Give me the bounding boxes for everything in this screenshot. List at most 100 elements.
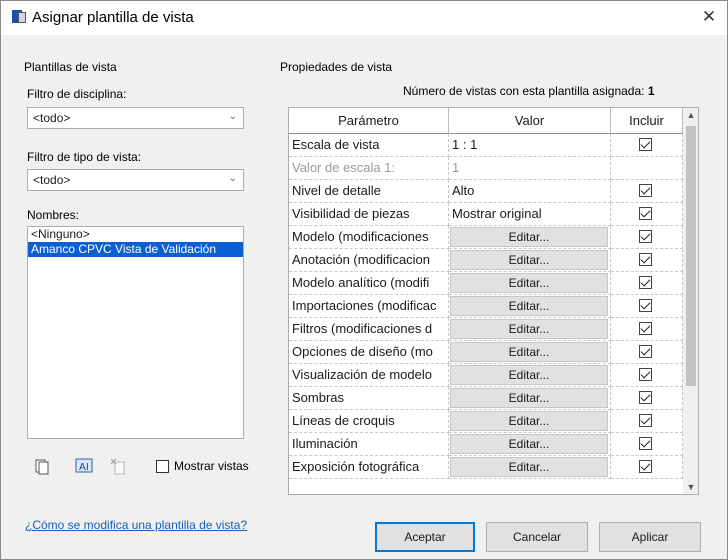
parameter-cell: Líneas de croquis	[289, 410, 449, 433]
parameter-cell: Sombras	[289, 387, 449, 410]
column-header-value: Valor	[449, 108, 611, 134]
parameter-cell: Importaciones (modificac	[289, 295, 449, 318]
parameter-cell: Nivel de detalle	[289, 180, 449, 203]
scroll-down-icon[interactable]: ▼	[683, 482, 698, 492]
include-checkbox[interactable]	[639, 299, 652, 312]
edit-button[interactable]: Editar...	[450, 273, 608, 293]
include-checkbox[interactable]	[639, 437, 652, 450]
help-link[interactable]: ¿Cómo se modifica una plantilla de vista…	[25, 518, 247, 532]
include-cell	[611, 456, 683, 479]
include-cell	[611, 203, 683, 226]
delete-icon[interactable]	[109, 457, 127, 475]
table-row[interactable]: Líneas de croquis Editar...	[289, 410, 683, 433]
table-row[interactable]: Importaciones (modificac Editar...	[289, 295, 683, 318]
table-row[interactable]: Filtros (modificaciones d Editar...	[289, 318, 683, 341]
names-listbox[interactable]: <Ninguno> Amanco CPVC Vista de Validació…	[27, 226, 244, 439]
table-row[interactable]: Escala de vista 1 : 1	[289, 134, 683, 157]
templates-group-title: Plantillas de vista	[24, 60, 117, 74]
include-checkbox[interactable]	[639, 368, 652, 381]
table-row[interactable]: Sombras Editar...	[289, 387, 683, 410]
parameter-cell: Escala de vista	[289, 134, 449, 157]
duplicate-icon[interactable]	[33, 458, 51, 476]
properties-grid[interactable]: Parámetro Valor Incluir Escala de vista 1…	[288, 107, 699, 495]
include-checkbox[interactable]	[639, 276, 652, 289]
include-checkbox[interactable]	[639, 184, 652, 197]
properties-group-title: Propiedades de vista	[280, 60, 393, 74]
value-cell: Editar...	[449, 364, 611, 387]
include-cell	[611, 364, 683, 387]
scrollbar-thumb[interactable]	[686, 126, 696, 386]
include-cell	[611, 295, 683, 318]
edit-button[interactable]: Editar...	[450, 250, 608, 270]
table-row[interactable]: Iluminación Editar...	[289, 433, 683, 456]
parameter-cell: Visualización de modelo	[289, 364, 449, 387]
edit-button[interactable]: Editar...	[450, 365, 608, 385]
table-row[interactable]: Exposición fotográfica Editar...	[289, 456, 683, 479]
include-checkbox[interactable]	[639, 322, 652, 335]
include-checkbox[interactable]	[639, 460, 652, 473]
assigned-count: Número de vistas con esta plantilla asig…	[403, 84, 655, 98]
include-checkbox[interactable]	[639, 414, 652, 427]
edit-button[interactable]: Editar...	[450, 319, 608, 339]
value-cell: Editar...	[449, 341, 611, 364]
table-row[interactable]: Nivel de detalle Alto	[289, 180, 683, 203]
include-cell	[611, 387, 683, 410]
table-row[interactable]: Visibilidad de piezas Mostrar original	[289, 203, 683, 226]
table-row[interactable]: Modelo (modificaciones Editar...	[289, 226, 683, 249]
parameter-cell: Anotación (modificacion	[289, 249, 449, 272]
cancel-button[interactable]: Cancelar	[486, 522, 588, 552]
edit-button[interactable]: Editar...	[450, 296, 608, 316]
include-cell	[611, 433, 683, 456]
include-cell	[611, 318, 683, 341]
value-cell: Editar...	[449, 226, 611, 249]
value-cell[interactable]: Mostrar original	[449, 203, 611, 226]
close-icon[interactable]: ✕	[699, 7, 719, 27]
edit-button[interactable]: Editar...	[450, 411, 608, 431]
title-bar: Asignar plantilla de vista ✕	[1, 1, 727, 35]
list-item-selected[interactable]: Amanco CPVC Vista de Validación	[28, 242, 243, 257]
value-cell: Editar...	[449, 387, 611, 410]
edit-button[interactable]: Editar...	[450, 457, 608, 477]
edit-button[interactable]: Editar...	[450, 342, 608, 362]
discipline-filter-dropdown[interactable]: <todo> ⌄	[27, 107, 244, 129]
value-cell[interactable]: Alto	[449, 180, 611, 203]
vertical-scrollbar[interactable]: ▲ ▼	[683, 108, 698, 494]
parameter-cell: Valor de escala 1:	[289, 157, 449, 180]
table-row[interactable]: Opciones de diseño (mo Editar...	[289, 341, 683, 364]
include-checkbox[interactable]	[639, 207, 652, 220]
scroll-up-icon[interactable]: ▲	[683, 110, 698, 120]
parameter-cell: Filtros (modificaciones d	[289, 318, 449, 341]
parameter-cell: Exposición fotográfica	[289, 456, 449, 479]
include-cell	[611, 180, 683, 203]
show-views-checkbox[interactable]	[156, 460, 169, 473]
apply-button[interactable]: Aplicar	[599, 522, 701, 552]
edit-button[interactable]: Editar...	[450, 388, 608, 408]
edit-button[interactable]: Editar...	[450, 227, 608, 247]
viewtype-filter-dropdown[interactable]: <todo> ⌄	[27, 169, 244, 191]
table-row[interactable]: Valor de escala 1: 1	[289, 157, 683, 180]
value-cell[interactable]: 1 : 1	[449, 134, 611, 157]
include-checkbox[interactable]	[639, 391, 652, 404]
parameter-cell: Modelo analítico (modifi	[289, 272, 449, 295]
include-checkbox[interactable]	[639, 345, 652, 358]
viewtype-filter-value: <todo>	[33, 173, 71, 187]
rename-icon[interactable]: AI	[75, 457, 93, 475]
svg-text:AI: AI	[79, 462, 89, 473]
list-item[interactable]: <Ninguno>	[28, 227, 243, 242]
include-checkbox[interactable]	[639, 230, 652, 243]
table-row[interactable]: Anotación (modificacion Editar...	[289, 249, 683, 272]
names-label: Nombres:	[27, 208, 80, 222]
table-row[interactable]: Modelo analítico (modifi Editar...	[289, 272, 683, 295]
table-row[interactable]: Visualización de modelo Editar...	[289, 364, 683, 387]
edit-button[interactable]: Editar...	[450, 434, 608, 454]
include-checkbox[interactable]	[639, 138, 652, 151]
value-cell: Editar...	[449, 249, 611, 272]
include-checkbox[interactable]	[639, 253, 652, 266]
parameter-cell: Visibilidad de piezas	[289, 203, 449, 226]
include-cell	[611, 410, 683, 433]
discipline-filter-label: Filtro de disciplina:	[27, 87, 127, 101]
chevron-down-icon: ⌄	[228, 111, 237, 122]
assigned-count-value: 1	[647, 84, 655, 98]
include-cell	[611, 341, 683, 364]
ok-button[interactable]: Aceptar	[375, 522, 475, 552]
